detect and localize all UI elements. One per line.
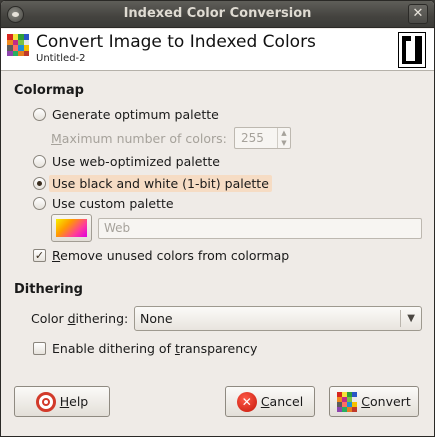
radio-label: Use custom palette: [52, 196, 174, 211]
close-icon[interactable]: ✕: [408, 4, 428, 24]
palette-grid-icon: [7, 34, 29, 56]
help-button[interactable]: Help: [14, 386, 110, 417]
color-dithering-label: Color dithering:: [31, 311, 129, 326]
help-lifebuoy-icon: [35, 391, 56, 412]
max-colors-spinner[interactable]: 255 ▲ ▼: [234, 127, 291, 149]
max-colors-value: 255: [241, 131, 264, 145]
radio-label: Use black and white (1-bit) palette: [49, 175, 272, 192]
radio-button-selected[interactable]: [33, 177, 46, 190]
remove-unused-checkbox[interactable]: ✓: [33, 249, 46, 262]
colormap-heading: Colormap: [14, 83, 84, 98]
radio-black-white[interactable]: Use black and white (1-bit) palette: [33, 175, 272, 192]
dithering-heading: Dithering: [14, 282, 83, 297]
palette-gradient-icon: [56, 219, 87, 237]
remove-unused-label: Remove unused colors from colormap: [52, 248, 290, 263]
transparency-dithering-checkbox[interactable]: [33, 342, 46, 355]
image-name: Untitled-2: [36, 53, 86, 64]
convert-button[interactable]: Convert: [329, 386, 419, 417]
image-thumbnail: [398, 32, 426, 68]
radio-generate-optimum[interactable]: Generate optimum palette: [33, 107, 219, 122]
help-label: Help: [59, 394, 89, 409]
cancel-icon: ✕: [236, 391, 257, 412]
window-title: Indexed Color Conversion: [123, 6, 312, 21]
custom-palette-field[interactable]: Web: [98, 218, 422, 239]
cancel-button[interactable]: ✕ Cancel: [225, 386, 315, 417]
max-colors-label: Maximum number of colors:: [51, 131, 227, 146]
color-dithering-value: None: [140, 311, 173, 326]
dialog-header: Convert Image to Indexed Colors Untitled…: [1, 29, 434, 71]
transparency-dithering-row[interactable]: Enable dithering of transparency: [33, 341, 257, 356]
convert-label: Convert: [361, 394, 411, 409]
radio-custom-palette[interactable]: Use custom palette: [33, 196, 174, 211]
color-dithering-select[interactable]: None ▼: [134, 306, 422, 331]
radio-label: Generate optimum palette: [52, 107, 219, 122]
transparency-dithering-label: Enable dithering of transparency: [52, 341, 258, 356]
spinner-arrows-icon[interactable]: ▲ ▼: [277, 128, 290, 148]
radio-web-optimized[interactable]: Use web-optimized palette: [33, 154, 220, 169]
remove-unused-checkbox-row[interactable]: ✓ Remove unused colors from colormap: [33, 248, 289, 263]
title-bar[interactable]: Indexed Color Conversion ✕: [1, 1, 434, 28]
radio-button[interactable]: [33, 108, 46, 121]
radio-label: Use web-optimized palette: [52, 154, 220, 169]
radio-button[interactable]: [33, 155, 46, 168]
indexed-color-dialog: Indexed Color Conversion ✕ Convert Image…: [0, 0, 435, 437]
chevron-down-icon: ▼: [407, 313, 415, 324]
radio-button[interactable]: [33, 197, 46, 210]
dialog-heading: Convert Image to Indexed Colors: [36, 32, 316, 52]
cancel-label: Cancel: [260, 394, 304, 409]
palette-select-button[interactable]: [51, 214, 92, 242]
palette-grid-icon: [337, 391, 358, 412]
